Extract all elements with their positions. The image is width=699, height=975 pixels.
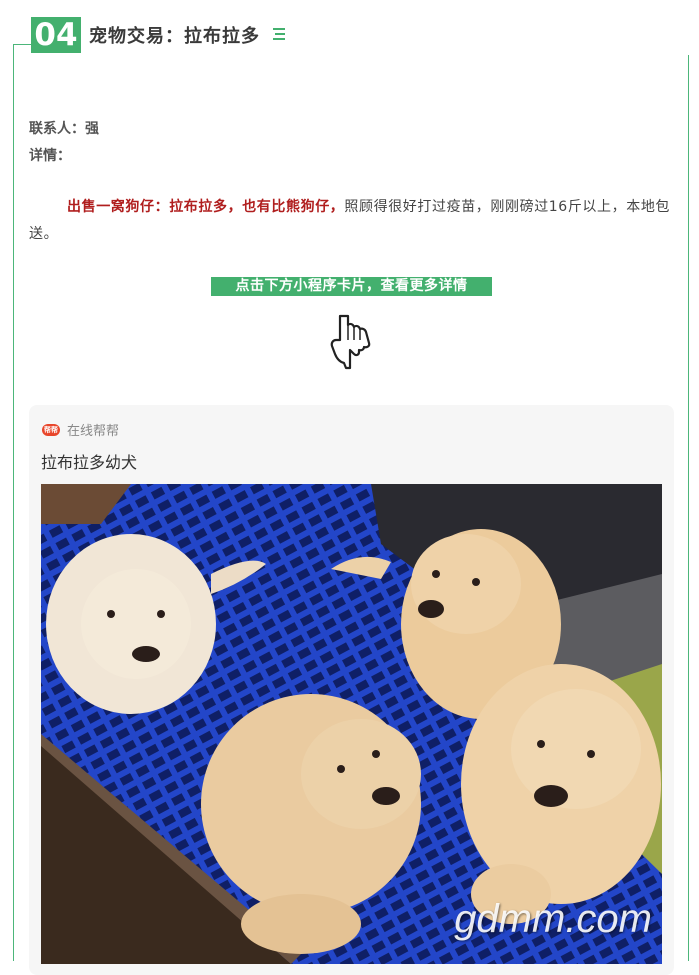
card-source-name: 在线帮帮	[67, 424, 120, 439]
frame-border-right	[688, 55, 689, 961]
frame-border-left	[13, 44, 14, 961]
puppies-photo: gdmm.com	[41, 484, 662, 964]
listing-description: 出售一窝狗仔：拉布拉多，也有比熊狗仔，照顾得很好打过疫苗，刚刚磅过16斤以上，本…	[29, 194, 674, 248]
card-source: 帮帮 在线帮帮	[42, 420, 119, 439]
card-title: 拉布拉多幼犬	[41, 453, 138, 472]
cta-banner: 点击下方小程序卡片，查看更多详情	[211, 277, 492, 296]
section-title: 宠物交易：拉布拉多	[89, 26, 260, 47]
pointing-down-hand-icon	[326, 310, 378, 370]
mini-program-card[interactable]: 帮帮 在线帮帮 拉布拉多幼犬 gdmm.com	[29, 405, 674, 975]
frame-border-top	[13, 44, 31, 45]
contact-line: 联系人：强	[29, 121, 99, 137]
details-label: 详情：	[29, 148, 71, 164]
menu-lines-icon	[273, 28, 285, 40]
description-highlight: 出售一窝狗仔：拉布拉多，也有比熊狗仔，	[67, 199, 345, 215]
bangbang-logo-icon: 帮帮	[42, 423, 60, 436]
section-number-badge: 04	[31, 17, 81, 53]
image-watermark: gdmm.com	[454, 897, 652, 941]
